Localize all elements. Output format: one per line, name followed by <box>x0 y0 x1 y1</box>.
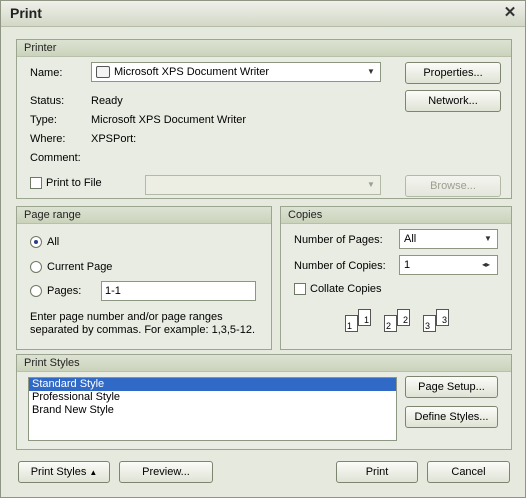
properties-button[interactable]: Properties... <box>405 62 501 84</box>
close-icon[interactable]: ✕ <box>501 4 519 22</box>
print-styles-group-label: Print Styles <box>17 355 511 372</box>
pages-input[interactable]: 1-1 <box>101 281 256 301</box>
define-styles-button[interactable]: Define Styles... <box>405 406 498 428</box>
type-value: Microsoft XPS Document Writer <box>91 114 247 126</box>
collate-page-back: 2 <box>397 309 410 326</box>
print-styles-list[interactable]: Standard Style Professional Style Brand … <box>28 377 397 441</box>
collate-page-front: 3 <box>423 315 436 332</box>
status-value: Ready <box>91 95 123 107</box>
pages-radio[interactable] <box>30 285 42 297</box>
collate-label: Collate Copies <box>310 283 382 295</box>
number-of-pages-value: All <box>404 233 417 245</box>
all-radio[interactable] <box>30 236 42 248</box>
printer-group: Printer Name: Microsoft XPS Document Wri… <box>16 39 512 199</box>
printer-group-label: Printer <box>17 40 511 57</box>
where-label: Where: <box>30 133 66 145</box>
printer-name-select[interactable]: Microsoft XPS Document Writer ▼ <box>91 62 381 82</box>
chevron-down-icon[interactable]: ▼ <box>483 230 493 248</box>
print-styles-button-label: Print Styles <box>30 466 87 478</box>
list-item[interactable]: Brand New Style <box>29 404 396 417</box>
number-of-pages-label: Number of Pages: <box>294 234 383 246</box>
print-to-file-checkbox[interactable] <box>30 177 42 189</box>
number-of-pages-select[interactable]: All ▼ <box>399 229 498 249</box>
page-setup-button[interactable]: Page Setup... <box>405 376 498 398</box>
chevron-down-icon: ▼ <box>367 180 375 189</box>
collate-checkbox[interactable] <box>294 283 306 295</box>
collate-page-front: 2 <box>384 315 397 332</box>
file-path-select: ▼ <box>145 175 381 195</box>
expand-up-icon: ▲ <box>89 468 98 477</box>
collate-page-back: 1 <box>358 309 371 326</box>
name-label: Name: <box>30 67 63 79</box>
copies-group-label: Copies <box>281 207 511 224</box>
number-of-copies-value: 1 <box>404 259 411 271</box>
page-range-hint: Enter page number and/or page ranges sep… <box>30 311 255 336</box>
all-radio-label: All <box>47 236 60 248</box>
cancel-button[interactable]: Cancel <box>427 461 510 483</box>
current-page-radio-label: Current Page <box>47 261 113 273</box>
collate-preview-icon: 1 1 2 2 3 3 <box>345 309 455 343</box>
type-label: Type: <box>30 114 57 126</box>
dialog-title: Print <box>10 5 42 21</box>
printer-icon <box>96 66 110 78</box>
print-dialog: Print ✕ Printer Name: Microsoft XPS Docu… <box>0 0 526 498</box>
printer-name-value: Microsoft XPS Document Writer <box>114 66 270 78</box>
copies-group: Copies Number of Pages: All ▼ Number of … <box>280 206 512 350</box>
print-to-file-label: Print to File <box>46 177 102 189</box>
title-bar: Print ✕ <box>1 1 525 27</box>
where-value: XPSPort: <box>91 133 137 145</box>
print-styles-button[interactable]: Print Styles ▲ <box>18 461 110 483</box>
page-range-group-label: Page range <box>17 207 271 224</box>
network-button[interactable]: Network... <box>405 90 501 112</box>
number-of-copies-spinner[interactable]: 1 ◂▸ <box>399 255 498 275</box>
pages-radio-label: Pages: <box>47 285 82 297</box>
collate-page-front: 1 <box>345 315 358 332</box>
spinner-arrows-icon[interactable]: ◂▸ <box>479 256 493 274</box>
current-page-radio[interactable] <box>30 261 42 273</box>
status-label: Status: <box>30 95 65 107</box>
chevron-down-icon[interactable]: ▼ <box>366 63 376 81</box>
list-item[interactable]: Professional Style <box>29 391 396 404</box>
print-styles-group: Print Styles Standard Style Professional… <box>16 354 512 450</box>
list-item[interactable]: Standard Style <box>29 378 396 391</box>
comment-label: Comment: <box>30 152 81 164</box>
preview-button[interactable]: Preview... <box>119 461 213 483</box>
browse-button: Browse... <box>405 175 501 197</box>
page-range-group: Page range All Current Page Pages: 1-1 E… <box>16 206 272 350</box>
print-button[interactable]: Print <box>336 461 418 483</box>
collate-page-back: 3 <box>436 309 449 326</box>
number-of-copies-label: Number of Copies: <box>294 260 386 272</box>
